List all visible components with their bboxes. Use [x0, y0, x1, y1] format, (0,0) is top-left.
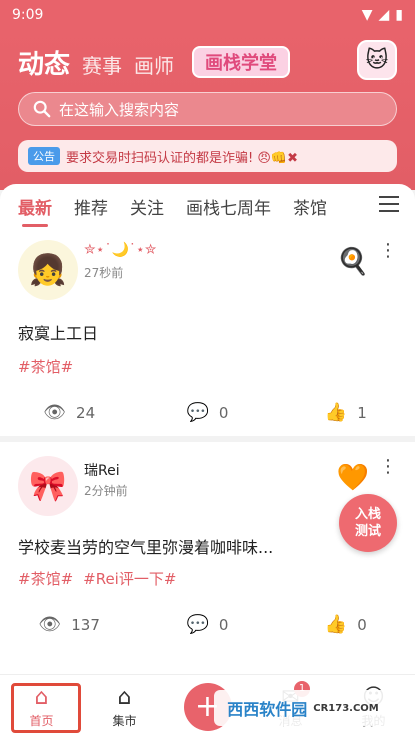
more-icon[interactable]: ⋮ [379, 456, 397, 477]
notice-banner[interactable]: 公告 要求交易时扫码认证的都是诈骗! 😠👊✖ [18, 140, 397, 172]
feed-container: 最新 推荐 关注 画栈七周年 茶馆 👧 ✮⋆˙🌙˙⋆✮ 27秒前 🍳 ⋮ 寂寞上… [0, 184, 415, 684]
status-icons: ▼ ◢ ▮ [362, 7, 403, 23]
eye-icon: 👁 [43, 402, 67, 423]
post-card[interactable]: 🎀 瑞Rei 2分钟前 🧡 ⋮ 学校麦当劳的空气里弥漫着咖啡味... #茶馆# … [0, 442, 415, 672]
post-time: 27秒前 [84, 266, 124, 280]
nav-label: 集市 [112, 713, 137, 728]
status-time: 9:09 [12, 7, 44, 23]
watermark: 西西软件园 CR173.COM [214, 690, 392, 726]
menu-icon[interactable] [379, 196, 399, 212]
decoration-icon: 🧡 [336, 463, 370, 493]
post-actions: 👁 24 💬 0 👍 1 [0, 402, 415, 423]
thumbs-up-icon: 👍 [324, 614, 348, 635]
like-count: 0 [357, 615, 367, 634]
tag-link[interactable]: #茶馆# [18, 356, 73, 377]
wifi-icon: ▼ [361, 7, 373, 23]
comment-count: 0 [218, 403, 229, 422]
views-count: 137 [71, 615, 100, 634]
header: 动态 赛事 画师 画栈学堂 🐱 在这输入搜索内容 公告 要求交易时扫码认证的都是… [0, 30, 415, 190]
tab-anniversary[interactable]: 画栈七周年 [186, 194, 271, 219]
fab-line2: 测试 [354, 524, 381, 539]
join-test-button[interactable]: 入栈 测试 [339, 494, 397, 552]
nav-market[interactable]: ⌂ 集市 [83, 675, 166, 738]
like-button[interactable]: 👍 1 [277, 402, 415, 423]
post-actions: 👁 137 💬 0 👍 0 [0, 614, 415, 635]
views-stat: 👁 24 [0, 402, 138, 423]
notice-tag: 公告 [28, 147, 60, 165]
post-text: 学校麦当劳的空气里弥漫着咖啡味... [18, 538, 274, 557]
highlight-box [11, 682, 81, 733]
post-avatar[interactable]: 🎀 [18, 456, 78, 516]
views-count: 24 [76, 403, 96, 422]
like-count: 1 [357, 403, 367, 422]
post-text: 寂寞上工日 [18, 324, 99, 343]
status-bar: 9:09 ▼ ◢ ▮ [0, 0, 415, 30]
nav-home[interactable]: ⌂ 首页 [0, 675, 83, 738]
comment-icon: 💬 [186, 402, 209, 423]
decoration-icon: 🍳 [336, 247, 370, 277]
tab-events[interactable]: 赛事 [82, 50, 122, 79]
user-avatar[interactable]: 🐱 [357, 40, 397, 80]
tab-recommend[interactable]: 推荐 [74, 194, 108, 219]
top-tabs: 动态 赛事 画师 [18, 44, 174, 81]
watermark-site: CR173.COM [313, 702, 379, 714]
post-tags: #茶馆# [18, 356, 73, 377]
notice-text: 要求交易时扫码认证的都是诈骗! 😠👊✖ [66, 150, 298, 166]
tag-link[interactable]: #茶馆# [18, 568, 73, 589]
post-card[interactable]: 👧 ✮⋆˙🌙˙⋆✮ 27秒前 🍳 ⋮ 寂寞上工日 #茶馆# 👁 24 💬 0 👍 1 [0, 228, 415, 442]
comment-button[interactable]: 💬 0 [138, 402, 276, 423]
tab-artists[interactable]: 画师 [134, 50, 174, 79]
signal-icon: ◢ [378, 7, 390, 23]
like-button[interactable]: 👍 0 [277, 614, 415, 635]
tab-following[interactable]: 关注 [130, 194, 164, 219]
post-author[interactable]: 瑞Rei [84, 460, 120, 480]
school-badge[interactable]: 画栈学堂 [192, 46, 290, 78]
shop-icon: ⌂ [117, 684, 132, 710]
search-bar[interactable]: 在这输入搜索内容 [18, 92, 397, 126]
tab-teahouse[interactable]: 茶馆 [293, 194, 327, 219]
tab-dynamics[interactable]: 动态 [18, 44, 70, 81]
views-stat: 👁 137 [0, 614, 138, 635]
post-time: 2分钟前 [84, 484, 128, 498]
thumbs-up-icon: 👍 [324, 402, 348, 423]
search-icon [33, 100, 51, 118]
tab-latest[interactable]: 最新 [18, 194, 52, 227]
eye-icon: 👁 [38, 614, 62, 635]
comment-icon: 💬 [186, 614, 209, 635]
fab-line1: 入栈 [354, 507, 381, 522]
comment-count: 0 [218, 615, 229, 634]
post-author[interactable]: ✮⋆˙🌙˙⋆✮ [84, 242, 156, 258]
category-tabs: 最新 推荐 关注 画栈七周年 茶馆 [0, 184, 415, 228]
tag-link[interactable]: #Rei评一下# [83, 568, 176, 589]
search-placeholder: 在这输入搜索内容 [59, 100, 180, 119]
post-avatar[interactable]: 👧 [18, 240, 78, 300]
more-icon[interactable]: ⋮ [379, 240, 397, 261]
comment-button[interactable]: 💬 0 [138, 614, 276, 635]
battery-icon: ▮ [395, 7, 403, 23]
watermark-brand: 西西软件园 [227, 700, 308, 719]
post-tags: #茶馆# #Rei评一下# [18, 568, 176, 589]
